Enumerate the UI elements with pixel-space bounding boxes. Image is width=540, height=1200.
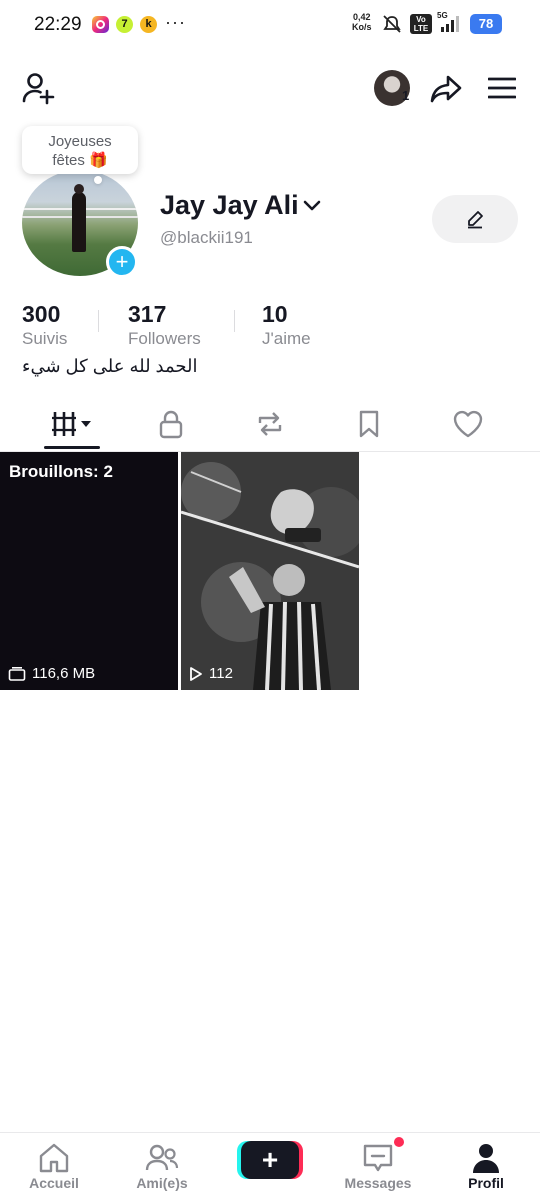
stat-following-value: 300 <box>22 301 61 327</box>
active-tab-indicator <box>44 446 100 449</box>
display-name: Jay Jay Ali <box>160 190 299 220</box>
pencil-icon <box>468 211 483 229</box>
hamburger-menu-icon <box>488 77 516 99</box>
note-bubble[interactable]: Joyeuses fêtes 🎁 <box>22 126 138 184</box>
heart-icon <box>453 410 483 438</box>
profile-top-bar <box>0 60 540 116</box>
share-icon <box>430 75 462 103</box>
messages-icon <box>363 1144 393 1172</box>
signal-icon <box>441 16 459 32</box>
display-name-switcher[interactable]: Jay Jay Ali <box>160 190 321 221</box>
nav-profile-label: Profil <box>468 1175 504 1191</box>
tab-favorites[interactable] <box>339 402 399 446</box>
bookmark-icon <box>359 410 379 438</box>
stat-likes-value: 10 <box>262 301 288 327</box>
app-7-icon: 7 <box>116 16 133 33</box>
network-speed: 0,42 Ko/s <box>352 12 372 32</box>
video-view-count-value: 112 <box>209 665 233 682</box>
battery-indicator: 78 <box>470 14 502 34</box>
stat-divider <box>234 310 235 332</box>
tab-private[interactable] <box>141 402 201 446</box>
video-grid: Brouillons: 2 116,6 MB 112 <box>0 452 540 690</box>
stat-followers[interactable]: 317 Followers <box>128 300 201 350</box>
videos-grid-icon <box>52 412 91 436</box>
nav-friends[interactable]: Ami(e)s <box>112 1141 212 1191</box>
share-profile-button[interactable] <box>427 70 465 108</box>
username: @blackii191 <box>160 228 253 247</box>
note-bubble-line1: Joyeuses <box>48 133 112 150</box>
profile-tabs <box>0 396 540 452</box>
bottom-navigation: Accueil Ami(e)s + Messages Profil <box>0 1132 540 1200</box>
repost-icon <box>258 412 282 436</box>
stat-divider <box>98 310 99 332</box>
add-user-icon <box>22 73 55 105</box>
status-bar: 22:29 7 k ··· 0,42 Ko/s Vo LTE 5G 78 <box>0 0 540 52</box>
stat-following[interactable]: 300 Suivis <box>22 300 67 350</box>
account-count-badge: 1 <box>402 88 410 103</box>
stat-followers-value: 317 <box>128 301 167 327</box>
video-view-count: 112 <box>189 665 233 682</box>
stat-followers-label: Followers <box>128 329 201 348</box>
stat-likes-label: J'aime <box>262 329 311 348</box>
nav-friends-label: Ami(e)s <box>136 1175 188 1191</box>
stat-following-label: Suivis <box>22 329 68 348</box>
network-speed-value: 0,42 <box>352 12 371 22</box>
video-thumbnail <box>181 452 359 690</box>
status-time: 22:29 <box>34 14 82 35</box>
nav-messages-label: Messages <box>344 1175 412 1191</box>
add-story-button[interactable]: + <box>106 246 138 278</box>
network-speed-unit: Ko/s <box>352 22 372 32</box>
messages-notification-dot <box>394 1137 404 1147</box>
profile-bio: الحمد لله على كل شيء <box>22 356 198 376</box>
storage-icon <box>8 666 26 681</box>
play-icon <box>190 666 202 681</box>
drafts-tile[interactable]: Brouillons: 2 116,6 MB <box>0 452 178 690</box>
avatar-photo-person <box>72 184 86 252</box>
nav-home[interactable]: Accueil <box>4 1141 104 1191</box>
app-k-icon: k <box>140 16 157 33</box>
add-friend-button[interactable] <box>18 68 58 108</box>
more-notifications-icon: ··· <box>165 12 186 32</box>
tab-videos[interactable] <box>42 402 102 446</box>
tab-liked[interactable] <box>438 402 498 446</box>
create-button[interactable]: + <box>241 1141 299 1179</box>
profile-icon <box>473 1144 499 1173</box>
volte-icon: Vo LTE <box>410 14 432 34</box>
note-bubble-line2: fêtes 🎁 <box>52 152 108 169</box>
drafts-label: Brouillons: 2 <box>9 462 113 481</box>
profile-stats: 300 Suivis 317 Followers 10 J'aime <box>22 300 522 350</box>
instagram-icon <box>92 16 109 33</box>
nav-home-label: Accueil <box>29 1175 79 1191</box>
stat-likes[interactable]: 10 J'aime <box>262 300 311 350</box>
friends-icon <box>145 1144 179 1171</box>
chevron-down-icon <box>303 200 320 210</box>
drafts-size: 116,6 MB <box>8 665 95 682</box>
nav-profile[interactable]: Profil <box>436 1141 536 1191</box>
lock-icon <box>159 410 183 439</box>
mute-icon <box>383 15 401 33</box>
nav-messages[interactable]: Messages <box>328 1141 428 1191</box>
tab-reposts[interactable] <box>240 402 300 446</box>
video-tile[interactable]: 112 <box>181 452 359 690</box>
edit-profile-button[interactable] <box>432 195 518 243</box>
drafts-size-value: 116,6 MB <box>32 665 96 682</box>
home-icon <box>39 1143 69 1173</box>
menu-button[interactable] <box>484 70 520 106</box>
